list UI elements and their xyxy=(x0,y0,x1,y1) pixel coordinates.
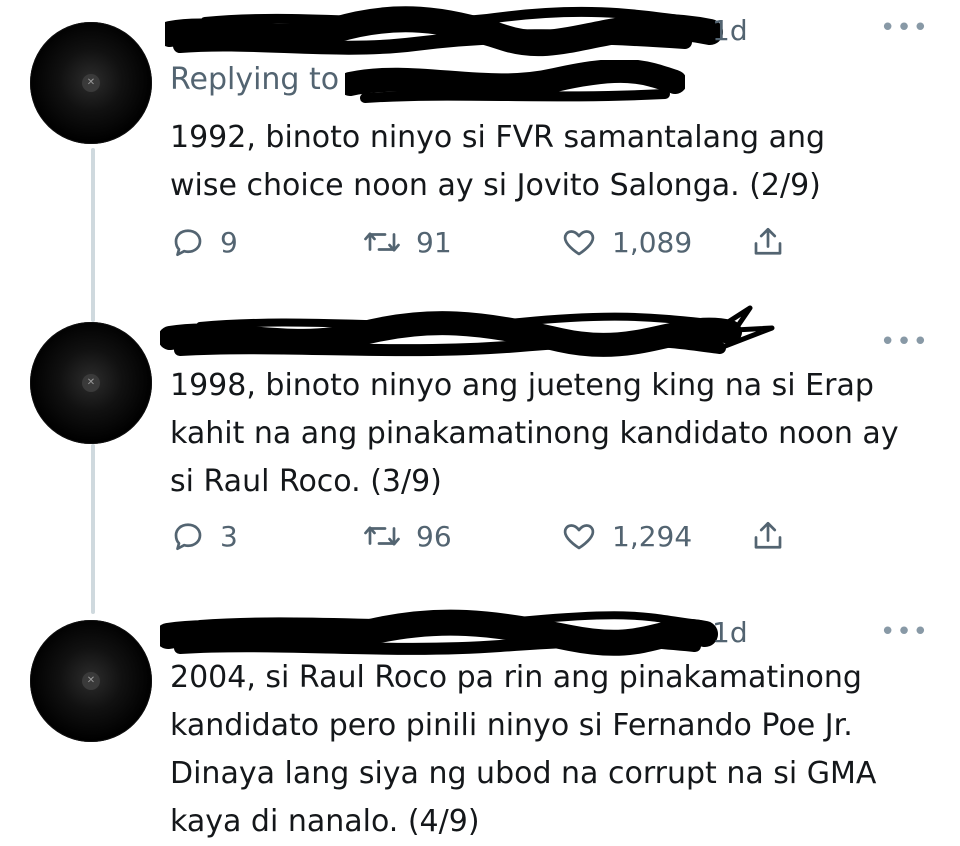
avatar-emblem-icon: ✕ xyxy=(82,672,100,690)
retweet-icon xyxy=(364,232,400,252)
redacted-username-scribble xyxy=(160,305,775,357)
redacted-username-scribble xyxy=(165,6,723,57)
like-count: 1,089 xyxy=(612,225,693,259)
share-icon xyxy=(754,227,782,255)
redacted-reply-handle-scribble xyxy=(345,60,685,103)
retweet-count: 96 xyxy=(416,519,452,553)
share-button[interactable] xyxy=(750,222,786,262)
replying-to-label: Replying to xyxy=(170,62,340,97)
retweet-button[interactable]: 91 xyxy=(362,222,452,262)
tweet-text: 1998, binoto ninyo ang jueteng king na s… xyxy=(170,368,899,499)
like-button[interactable]: 1,089 xyxy=(560,222,692,262)
retweet-count: 91 xyxy=(416,225,452,259)
tweet-timestamp[interactable]: 1d xyxy=(712,616,748,649)
heart-icon xyxy=(563,524,595,550)
reply-icon xyxy=(174,523,202,551)
reply-button[interactable]: 9 xyxy=(170,222,238,262)
tweet-timestamp[interactable]: 1d xyxy=(712,14,748,47)
more-options-icon[interactable]: ••• xyxy=(880,619,929,645)
tweet-actions: 9 91 1,089 xyxy=(170,222,810,262)
tweet[interactable]: ✕ 1d ••• Replying to 1992, binoto ninyo … xyxy=(0,0,960,300)
more-options-icon[interactable]: ••• xyxy=(880,15,929,41)
more-options-icon[interactable]: ••• xyxy=(880,329,929,355)
reply-count: 3 xyxy=(220,519,238,553)
heart-icon xyxy=(563,230,595,256)
tweet-text: 2004, si Raul Roco pa rin ang pinakamati… xyxy=(170,660,877,839)
tweet-actions: 3 96 1,294 xyxy=(170,516,810,556)
tweet-text: 1992, binoto ninyo si FVR samantalang an… xyxy=(170,120,826,203)
like-count: 1,294 xyxy=(612,519,693,553)
like-button[interactable]: 1,294 xyxy=(560,516,692,556)
reply-icon xyxy=(174,229,202,257)
avatar-emblem-icon: ✕ xyxy=(82,74,100,92)
avatar-emblem-icon: ✕ xyxy=(82,374,100,392)
tweet[interactable]: ✕ 1d ••• 2004, si Raul Roco pa rin ang p… xyxy=(0,600,960,839)
avatar[interactable]: ✕ xyxy=(30,322,152,444)
avatar[interactable]: ✕ xyxy=(30,620,152,742)
tweet[interactable]: ✕ ••• 1998, binoto ninyo ang jueteng kin… xyxy=(0,300,960,600)
reply-button[interactable]: 3 xyxy=(170,516,238,556)
reply-count: 9 xyxy=(220,225,238,259)
share-icon xyxy=(754,521,782,549)
retweet-button[interactable]: 96 xyxy=(362,516,452,556)
retweet-icon xyxy=(364,526,400,546)
share-button[interactable] xyxy=(750,516,786,556)
avatar[interactable]: ✕ xyxy=(30,22,152,144)
